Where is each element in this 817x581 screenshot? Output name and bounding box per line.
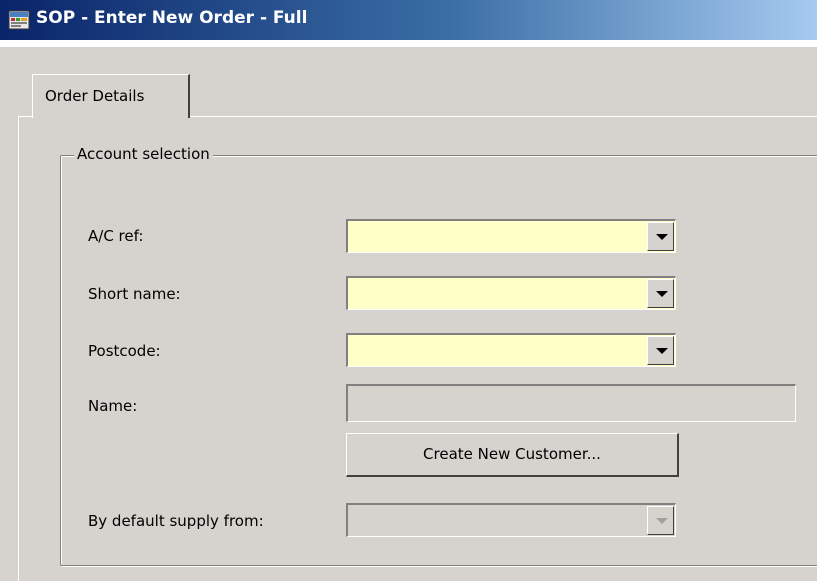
title-bar[interactable]: SOP - Enter New Order - Full — [0, 0, 817, 40]
short-name-combo[interactable] — [346, 276, 676, 310]
ac-ref-combo[interactable] — [346, 219, 676, 253]
create-new-customer-button[interactable]: Create New Customer... — [346, 433, 679, 477]
name-field[interactable] — [346, 384, 796, 422]
supply-from-dropdown-button[interactable] — [647, 506, 674, 535]
postcode-dropdown-button[interactable] — [647, 336, 674, 365]
ac-ref-dropdown-button[interactable] — [647, 222, 674, 251]
title-separator — [0, 40, 817, 47]
sop-enter-new-order-window: SOP - Enter New Order - Full Order Detai… — [0, 0, 817, 581]
chevron-down-icon — [656, 518, 668, 524]
tab-order-details-label: Order Details — [45, 87, 145, 105]
window-title: SOP - Enter New Order - Full — [36, 8, 308, 28]
supply-from-combo[interactable] — [346, 503, 676, 537]
postcode-combo[interactable] — [346, 333, 676, 367]
chevron-down-icon — [656, 291, 668, 297]
sage-app-icon — [8, 10, 30, 30]
name-label: Name: — [88, 397, 138, 415]
short-name-label: Short name: — [88, 285, 181, 303]
tab-order-details[interactable]: Order Details — [32, 74, 190, 118]
postcode-label: Postcode: — [88, 342, 161, 360]
short-name-dropdown-button[interactable] — [647, 279, 674, 308]
account-selection-legend: Account selection — [74, 145, 213, 163]
chevron-down-icon — [656, 234, 668, 240]
ac-ref-label: A/C ref: — [88, 227, 144, 245]
supply-from-label: By default supply from: — [88, 512, 264, 530]
chevron-down-icon — [656, 348, 668, 354]
